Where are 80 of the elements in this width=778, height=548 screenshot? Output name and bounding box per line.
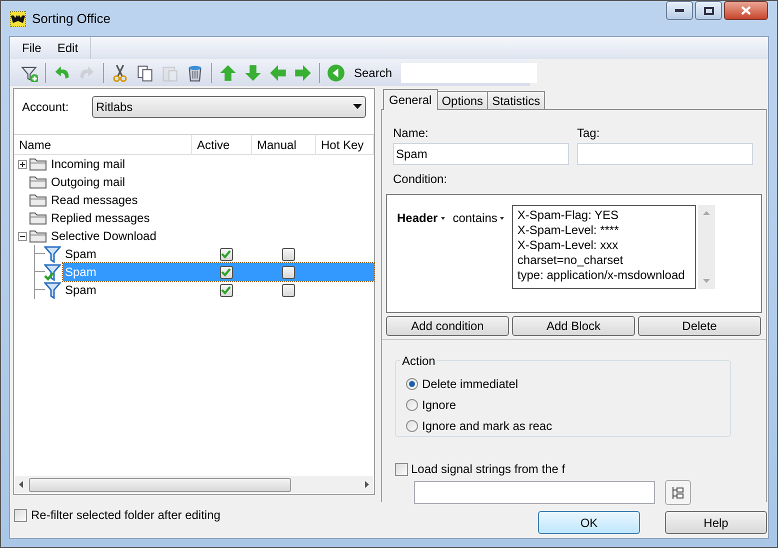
tab[interactable]: Options (436, 91, 488, 109)
maximize-button[interactable] (695, 1, 722, 20)
search-field[interactable] (401, 62, 538, 82)
folder-item[interactable]: Replied messages (51, 209, 150, 227)
operator-dropdown[interactable]: contains (452, 209, 504, 227)
search-label: Search (354, 64, 392, 82)
folder-icon (29, 229, 47, 243)
dropdown-arrow-icon (353, 104, 362, 109)
condition-button[interactable]: Delete (638, 316, 761, 336)
back-icon[interactable] (327, 64, 345, 82)
account-label: Account: (22, 98, 70, 116)
scissors-icon[interactable] (111, 64, 129, 82)
copy-icon[interactable] (136, 64, 154, 82)
caret-icon (440, 216, 445, 220)
header-dropdown[interactable]: Header (397, 209, 445, 227)
radio-label: Ignore and mark as reac (422, 418, 552, 435)
dialog-button[interactable]: OK (538, 511, 640, 534)
condition-line: charset=no_charset (517, 253, 624, 268)
condition-label: Condition: (392, 171, 448, 188)
condition-button[interactable]: Add Block (512, 316, 635, 336)
tab[interactable]: Statistics (487, 91, 546, 109)
menu-item[interactable]: Edit (51, 37, 84, 59)
tree-icon (671, 486, 685, 500)
checkbox[interactable] (14, 508, 27, 522)
condition-button[interactable]: Add condition (386, 316, 509, 336)
window-title: Sorting Office (32, 10, 111, 28)
account-dropdown[interactable]: Ritlabs (92, 96, 366, 118)
caret-icon (500, 216, 504, 220)
condition-line: X-Spam-Level: xxx (517, 238, 620, 253)
close-icon (741, 6, 751, 15)
minimize-button[interactable] (666, 1, 693, 20)
checkbox[interactable] (220, 248, 232, 260)
checkbox[interactable] (395, 462, 408, 476)
folder-item[interactable]: Outgoing mail (51, 173, 126, 191)
checkbox[interactable] (220, 284, 232, 296)
column-header[interactable]: Active (192, 135, 252, 154)
radio-button[interactable] (406, 420, 418, 432)
checkbox[interactable] (220, 266, 232, 278)
file-path-field[interactable] (414, 481, 655, 504)
folder-icon (29, 175, 47, 189)
scroll-left-icon[interactable] (19, 481, 23, 488)
condition-line: type: application/x-msdownload (517, 268, 686, 283)
folder-item[interactable]: Selective Download (51, 227, 156, 245)
condition-line: X-Spam-Level: **** (517, 223, 620, 238)
folder-icon (29, 193, 47, 207)
tab[interactable]: General (383, 89, 438, 110)
radio-label: Delete immediatel (422, 376, 518, 393)
name-field[interactable]: Spam (393, 143, 569, 165)
column-header[interactable]: Name (14, 135, 192, 154)
name-label: Name: (393, 125, 430, 142)
checkbox[interactable] (282, 266, 294, 278)
radio-label: Ignore (422, 397, 456, 414)
filter-row[interactable]: Spam (63, 245, 374, 263)
checkbox-label: Re-filter selected folder after editing (31, 507, 220, 524)
menu-item[interactable]: File (16, 37, 48, 59)
checkbox[interactable] (282, 248, 294, 260)
dialog-button[interactable]: Help (665, 511, 767, 534)
close-button[interactable] (724, 1, 768, 20)
condition-line: X-Spam-Flag: YES (517, 208, 620, 223)
trash-icon[interactable] (186, 64, 204, 82)
column-header[interactable]: Manual (252, 135, 316, 154)
radio-button[interactable] (406, 399, 418, 411)
radio-button[interactable] (406, 378, 418, 390)
app-icon (10, 10, 26, 26)
folder-item[interactable]: Incoming mail (51, 155, 126, 173)
horizontal-scrollbar[interactable] (15, 476, 373, 493)
tag-label: Tag: (577, 125, 601, 142)
checkbox[interactable] (282, 284, 294, 296)
folder-icon (29, 211, 47, 225)
folder-icon (29, 157, 47, 171)
scroll-right-icon[interactable] (365, 481, 369, 488)
browse-button[interactable] (665, 480, 691, 505)
filter-row[interactable]: Spam (63, 281, 374, 299)
checkbox-label: Load signal strings from the f (411, 461, 566, 478)
condition-text-area[interactable]: X-Spam-Flag: YES X-Spam-Level: **** X-Spam-Level: xxx charset=no_charset type: application/x-msdownload (512, 205, 696, 289)
expand-icon[interactable] (18, 160, 27, 168)
column-header[interactable]: Hot Key (316, 135, 374, 154)
tag-field[interactable] (577, 143, 753, 165)
collapse-icon[interactable] (18, 232, 27, 240)
folder-item[interactable]: Read messages (51, 191, 138, 209)
